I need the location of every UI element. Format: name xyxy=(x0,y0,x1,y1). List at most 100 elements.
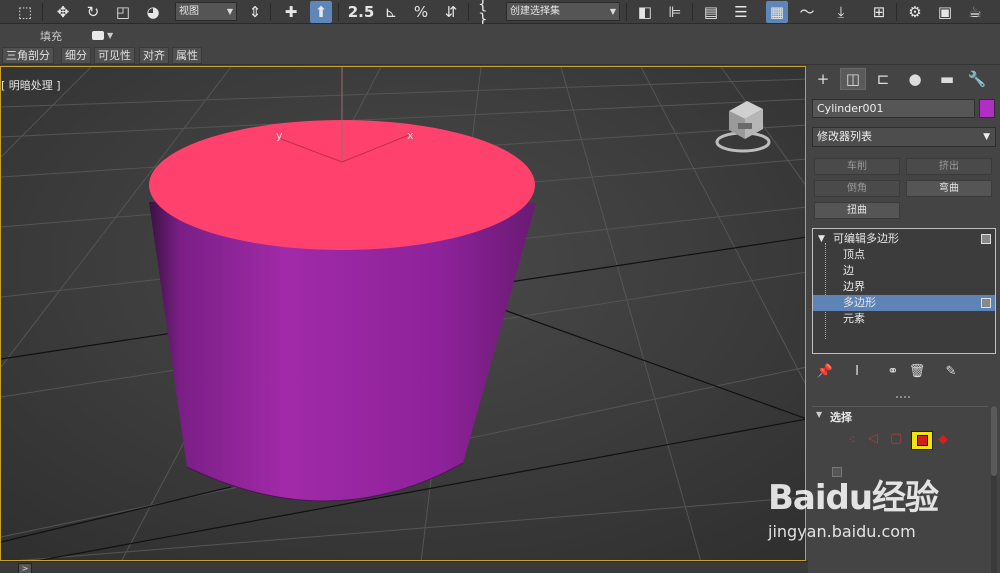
stack-item-label: 可编辑多边形 xyxy=(833,232,899,245)
stack-item-vertex[interactable]: 顶点 xyxy=(813,247,995,263)
toolbar-separator xyxy=(468,3,469,21)
modifier-list-dropdown[interactable]: 修改器列表 ▼ xyxy=(812,127,996,147)
stack-item-editable-poly[interactable]: ▼ 可编辑多边形 xyxy=(813,231,995,247)
object-color-swatch[interactable] xyxy=(979,99,995,118)
make-unique-icon[interactable]: ⚭ xyxy=(884,362,902,380)
modify-tab-icon[interactable]: ◫ xyxy=(840,68,866,90)
pin-stack-icon[interactable]: 📌 xyxy=(816,362,834,380)
modifier-toggle-icon[interactable] xyxy=(981,234,991,244)
modifier-toggle-icon[interactable] xyxy=(981,298,991,308)
tab-visibility[interactable]: 可见性 xyxy=(94,47,135,64)
reference-coordinate-value: 视图 xyxy=(179,6,199,17)
main-toolbar: ⬚ ✥ ↻ ◰ ◕ 视图 ▼ ⇕ ✚ ⬆ 2.5 ⊾ % ⇵ { } 创建选择集… xyxy=(0,0,1000,27)
scene-explorer-icon[interactable]: ▤ xyxy=(700,1,722,23)
watermark-brand: Baidu经验 xyxy=(768,478,939,518)
viewport-scene xyxy=(1,67,805,560)
vertex-select-icon[interactable]: ⁖ xyxy=(848,433,856,448)
tab-subdivide[interactable]: 细分 xyxy=(61,47,91,64)
remove-modifier-icon[interactable]: 🗑 xyxy=(908,362,926,380)
modifier-stack: ▼ 可编辑多边形 顶点 边 边界 多边形 元素 xyxy=(812,228,996,354)
toolbar-separator xyxy=(338,3,339,21)
toolbar-separator xyxy=(42,3,43,21)
scrollbar-thumb[interactable] xyxy=(991,406,997,476)
twist-button[interactable]: 扭曲 xyxy=(814,202,900,219)
tab-properties[interactable]: 属性 xyxy=(172,47,202,64)
gizmo-x-label: x xyxy=(407,129,414,142)
extrude-button[interactable]: 挤出 xyxy=(906,158,992,175)
display-tab-icon[interactable]: ▬ xyxy=(934,68,960,90)
ribbon-row: 填充 ▼ xyxy=(0,24,1000,46)
chevron-down-icon: ▼ xyxy=(107,30,114,40)
ribbon-options-dropdown[interactable]: ▼ xyxy=(92,30,116,40)
stack-item-label: 边 xyxy=(843,264,854,277)
stack-item-border[interactable]: 边界 xyxy=(813,279,995,295)
move-icon[interactable]: ✥ xyxy=(52,1,74,23)
stack-item-label: 顶点 xyxy=(843,248,865,261)
stack-item-polygon[interactable]: 多边形 xyxy=(813,295,995,311)
element-select-icon[interactable]: ◆ xyxy=(938,432,948,447)
rendered-frame-window-icon[interactable]: ▣ xyxy=(934,1,956,23)
reference-coordinate-combo[interactable]: 视图 ▼ xyxy=(175,2,237,21)
toolbar-separator xyxy=(270,3,271,21)
stack-item-label: 多边形 xyxy=(843,296,876,309)
curve-editor-icon[interactable]: 〜 xyxy=(796,1,818,23)
expand-arrow-button[interactable]: > xyxy=(18,563,32,573)
hierarchy-tab-icon[interactable]: ⊏ xyxy=(870,68,896,90)
material-editor-icon[interactable]: ⊞ xyxy=(868,1,890,23)
place-icon[interactable]: ◕ xyxy=(142,1,164,23)
edge-select-icon[interactable]: ◁ xyxy=(868,431,878,446)
named-selection-combo[interactable]: 创建选择集 ▼ xyxy=(506,2,620,21)
layer-explorer-icon[interactable]: ☰ xyxy=(730,1,752,23)
stack-item-label: 元素 xyxy=(843,312,865,325)
expand-triangle-icon: ▼ xyxy=(818,234,825,244)
schematic-view-icon[interactable]: ⤓ xyxy=(830,1,852,23)
percent-snap-icon[interactable]: % xyxy=(410,1,432,23)
tab-triangulate[interactable]: 三角剖分 xyxy=(2,47,54,64)
tab-align[interactable]: 对齐 xyxy=(139,47,169,64)
bend-button[interactable]: 弯曲 xyxy=(906,180,992,197)
polygon-select-icon[interactable] xyxy=(911,431,933,450)
select-manipulate-icon[interactable]: ✚ xyxy=(280,1,302,23)
stack-item-label: 边界 xyxy=(843,280,865,293)
render-setup-icon[interactable]: ⚙ xyxy=(904,1,926,23)
render-teapot-icon[interactable]: ☕ xyxy=(964,1,986,23)
command-panel-scrollbar[interactable] xyxy=(991,406,997,573)
create-tab-icon[interactable]: + xyxy=(810,68,836,90)
spinner-snap-icon[interactable]: ⇵ xyxy=(440,1,462,23)
utilities-tab-icon[interactable]: 🔧 xyxy=(964,68,990,90)
ribbon-toggle-icon[interactable]: ▦ xyxy=(766,1,788,23)
modifier-list-label: 修改器列表 xyxy=(817,130,872,143)
panel-grip[interactable] xyxy=(896,396,910,398)
ribbon-fill-label: 填充 xyxy=(40,30,62,43)
stack-item-edge[interactable]: 边 xyxy=(813,263,995,279)
border-select-icon[interactable]: ▢ xyxy=(890,431,902,446)
configure-sets-icon[interactable]: ✎ xyxy=(942,362,960,380)
keyboard-shortcut-override-icon[interactable]: ⬆ xyxy=(310,1,332,23)
selection-rollout-title[interactable]: 选择 xyxy=(830,409,852,425)
stack-tools: 📌 Ι ⚭ 🗑 ✎ xyxy=(808,362,1000,382)
show-end-result-icon[interactable]: Ι xyxy=(848,362,866,380)
baidu-watermark: Baidu经验 jingyan.baidu.com xyxy=(768,470,974,550)
scale-icon[interactable]: ◰ xyxy=(112,1,134,23)
perspective-viewport[interactable]: y x [ 明暗处理 ] xyxy=(0,66,806,561)
viewport-shading-label[interactable]: [ 明暗处理 ] xyxy=(1,77,61,93)
align-icon[interactable]: ⊫ xyxy=(664,1,686,23)
collapse-triangle-icon[interactable]: ▼ xyxy=(816,410,822,419)
pivot-center-icon[interactable]: ⇕ xyxy=(244,1,266,23)
angle-snap-icon[interactable]: ⊾ xyxy=(380,1,402,23)
select-region-icon[interactable]: ⬚ xyxy=(14,1,36,23)
mirror-icon[interactable]: ◧ xyxy=(634,1,656,23)
lathe-button[interactable]: 车削 xyxy=(814,158,900,175)
edit-named-selection-icon[interactable]: { } xyxy=(478,0,500,27)
chevron-down-icon: ▼ xyxy=(609,7,616,16)
snap-toggle-icon[interactable]: 2.5 xyxy=(346,1,376,23)
bevel-button[interactable]: 倒角 xyxy=(814,180,900,197)
named-selection-value: 创建选择集 xyxy=(510,6,560,17)
motion-tab-icon[interactable]: ● xyxy=(902,68,928,90)
object-name-field[interactable]: Cylinder001 xyxy=(812,99,975,118)
rotate-icon[interactable]: ↻ xyxy=(82,1,104,23)
stack-item-element[interactable]: 元素 xyxy=(813,311,995,327)
toolbar-separator xyxy=(692,3,693,21)
ribbon-options-icon xyxy=(92,30,104,40)
status-bar: > xyxy=(0,561,808,573)
